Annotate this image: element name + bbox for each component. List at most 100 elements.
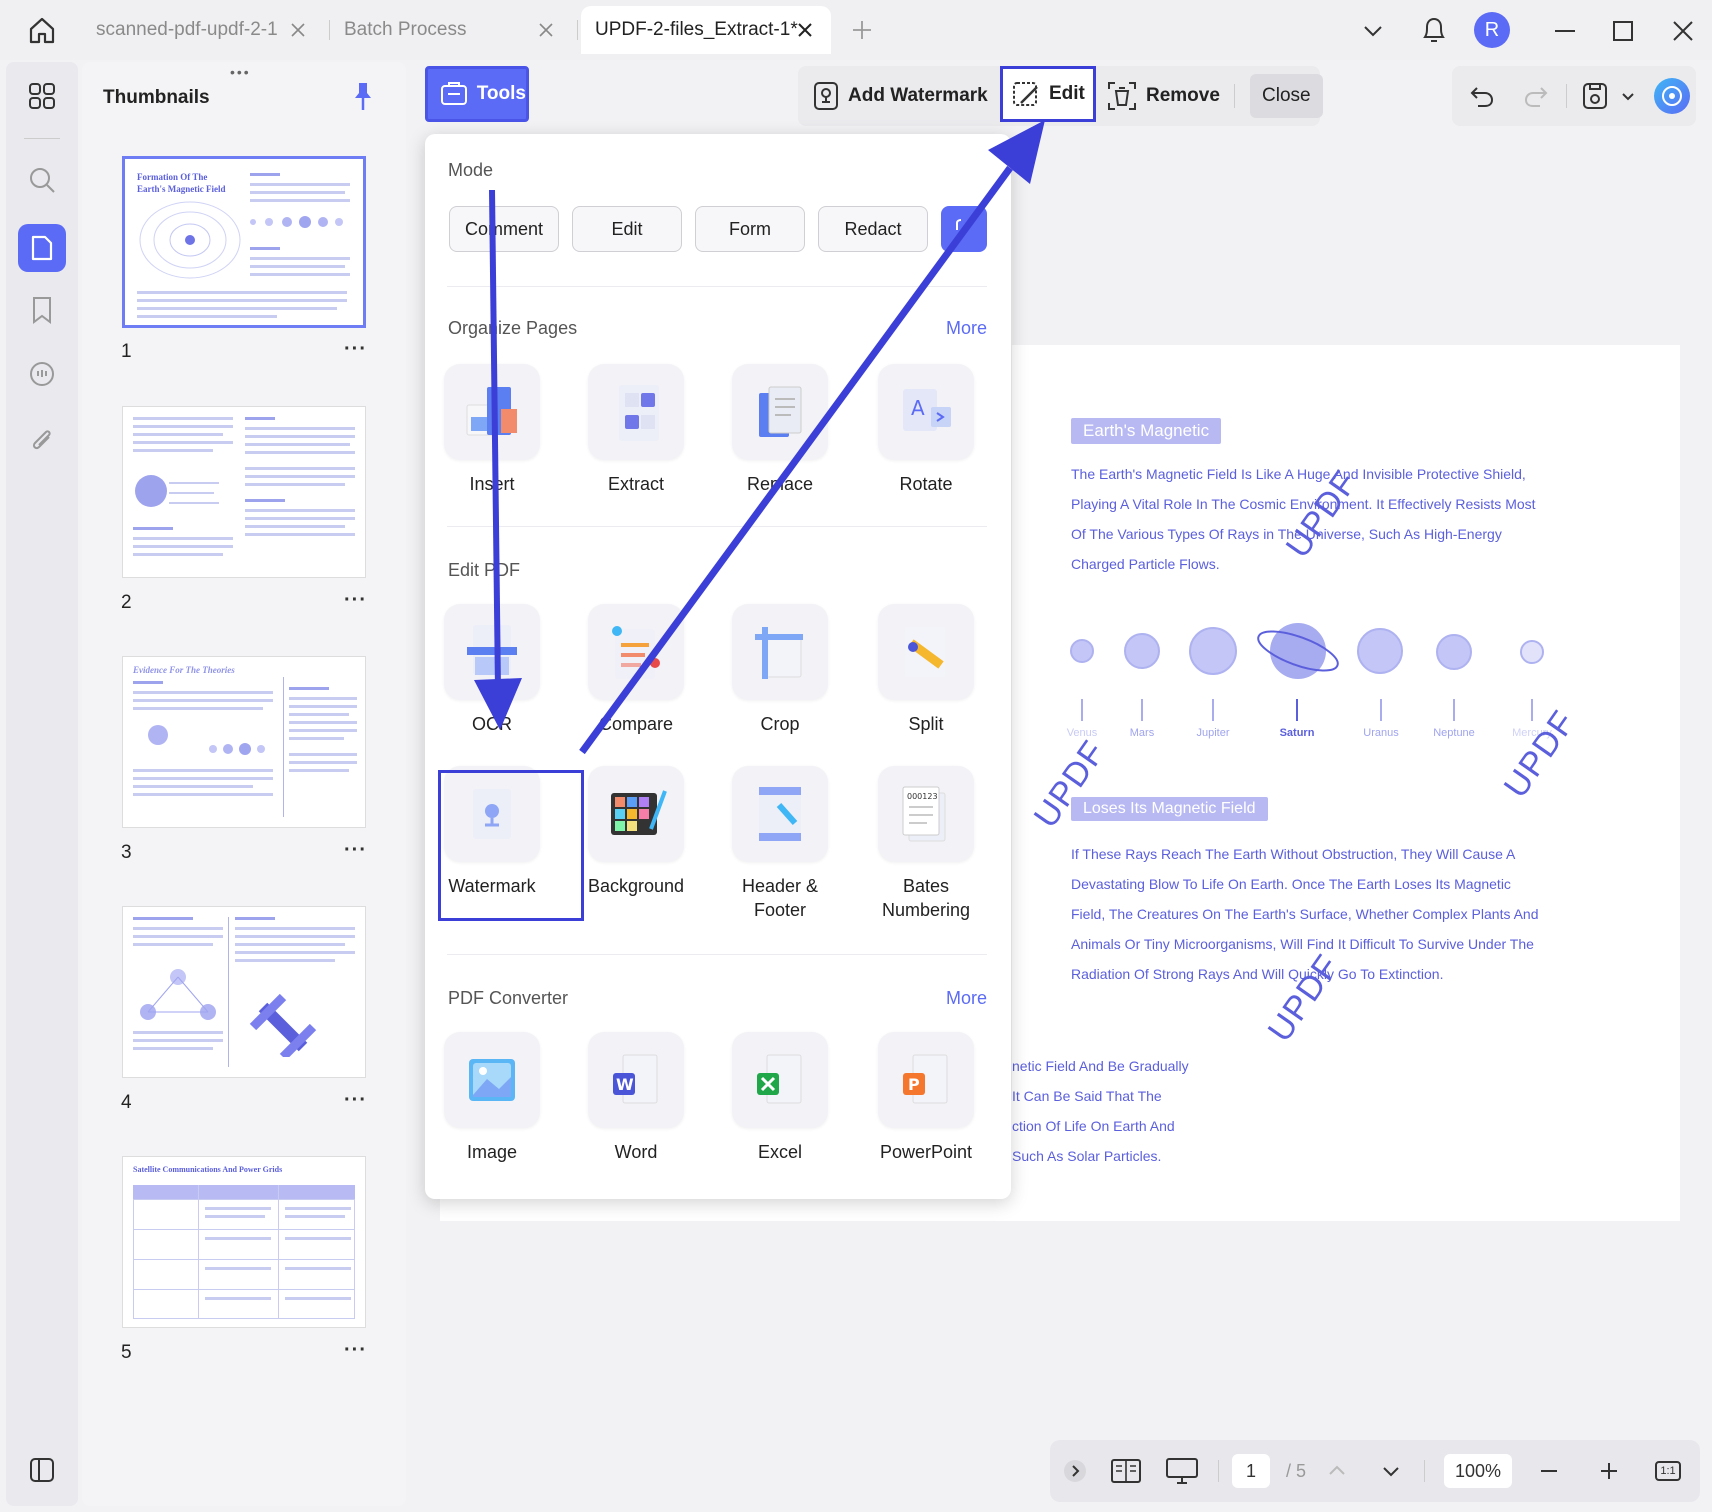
maximize-icon[interactable]	[1610, 18, 1636, 44]
ocr-tool[interactable]: OCR	[427, 604, 557, 736]
page-thumbnail-3[interactable]: Evidence For The Theories	[122, 656, 366, 828]
insert-tool[interactable]: Insert	[427, 364, 557, 496]
more-options-icon[interactable]: ···	[344, 589, 367, 612]
minimize-icon[interactable]	[1552, 18, 1578, 44]
left-rail	[6, 62, 78, 1506]
close-tab-icon[interactable]	[795, 20, 815, 40]
redo-icon[interactable]	[1522, 82, 1550, 110]
page-number: 5	[121, 1342, 132, 1363]
page-number: 1	[121, 341, 132, 362]
paragraph-line: Such As Solar Particles.	[1012, 1148, 1162, 1164]
chevron-down-icon[interactable]	[1620, 88, 1636, 104]
next-page-icon[interactable]	[1376, 1454, 1406, 1488]
edit-watermark-button[interactable]: Edit	[1000, 66, 1096, 122]
zoom-level-field[interactable]: 100%	[1444, 1454, 1512, 1488]
home-icon[interactable]	[26, 14, 58, 46]
pdf-converter-title: PDF Converter	[448, 988, 569, 1008]
actual-size-button[interactable]: 1:1	[1652, 1454, 1684, 1488]
thumbnails-icon[interactable]	[18, 224, 66, 272]
undo-icon[interactable]	[1468, 82, 1496, 110]
replace-icon	[759, 386, 802, 437]
bates-numbering-tool[interactable]: 000123 Bates Numbering	[861, 766, 991, 922]
tools-dropdown-menu: Mode Comment Edit Form Redact Organize P…	[425, 134, 1011, 1199]
zoom-in-icon[interactable]	[1594, 1454, 1624, 1488]
tab-label: Batch Process	[344, 19, 467, 40]
prev-page-icon[interactable]	[1322, 1454, 1352, 1488]
split-icon	[905, 627, 945, 677]
convert-powerpoint-tool[interactable]: P PowerPoint	[861, 1032, 991, 1164]
more-options-icon[interactable]: ···	[344, 1339, 367, 1362]
page-layout-icon[interactable]	[1106, 1454, 1146, 1488]
mode-edit-button[interactable]: Edit	[572, 206, 682, 252]
tab-label: scanned-pdf-updf-2-1	[96, 19, 278, 40]
convert-excel-tool[interactable]: Excel	[715, 1032, 845, 1164]
add-watermark-icon	[814, 82, 838, 110]
tab-updf-extract[interactable]: UPDF-2-files_Extract-1*	[581, 6, 831, 54]
close-tab-icon[interactable]	[536, 20, 556, 40]
more-options-icon[interactable]: ···	[344, 338, 367, 361]
page-thumbnail-4[interactable]	[122, 906, 366, 1078]
more-mode-icon	[956, 219, 962, 230]
zoom-out-icon[interactable]	[1534, 1454, 1564, 1488]
edit-pdf-title: Edit PDF	[448, 560, 521, 580]
presentation-icon[interactable]	[1162, 1454, 1202, 1488]
compare-tool[interactable]: Compare	[571, 604, 701, 736]
replace-label: Replace	[746, 474, 814, 494]
replace-tool[interactable]: Replace	[715, 364, 845, 496]
chevron-down-icon[interactable]	[1360, 18, 1386, 44]
bell-icon[interactable]	[1420, 14, 1448, 46]
bookmark-icon[interactable]	[24, 292, 60, 328]
close-tab-icon[interactable]	[288, 20, 308, 40]
page-thumbnail-5[interactable]: Satellite Communications And Power Grids	[122, 1156, 366, 1328]
tab-scanned-pdf[interactable]: scanned-pdf-updf-2-1	[82, 6, 322, 54]
close-watermark-button[interactable]: Close	[1250, 74, 1323, 118]
search-icon[interactable]	[24, 162, 60, 198]
crop-label: Crop	[760, 714, 800, 734]
page-thumbnail-2[interactable]	[122, 406, 366, 578]
tools-label: Tools	[476, 83, 526, 104]
page-number-input[interactable]: 1	[1232, 1454, 1270, 1488]
svg-text:W: W	[616, 1075, 634, 1094]
organize-more-link[interactable]: More	[946, 318, 987, 339]
tab-batch-process[interactable]: Batch Process	[330, 6, 570, 54]
sidebar-toggle-icon[interactable]	[24, 1452, 60, 1488]
background-tool[interactable]: Background	[571, 766, 701, 898]
close-window-icon[interactable]	[1670, 18, 1696, 44]
new-tab-icon[interactable]	[850, 18, 874, 42]
mode-comment-button[interactable]: Comment	[449, 206, 559, 252]
thumb-heading: Satellite Communications And Power Grids	[133, 1165, 283, 1174]
crop-tool[interactable]: Crop	[715, 604, 845, 736]
ai-assistant-icon[interactable]	[1654, 78, 1690, 114]
more-options-icon[interactable]: ···	[344, 839, 367, 862]
tools-button[interactable]: Tools	[425, 66, 529, 122]
convert-image-tool[interactable]: Image	[427, 1032, 557, 1164]
apps-icon[interactable]	[24, 78, 60, 114]
chevron-right-icon[interactable]	[1060, 1454, 1090, 1488]
drag-handle-icon[interactable]: •••	[230, 64, 251, 80]
attachment-icon[interactable]	[24, 422, 60, 458]
page-thumbnail-1[interactable]: Formation Of The Earth's Magnetic Field	[122, 156, 366, 328]
mode-redact-button[interactable]: Redact	[818, 206, 928, 252]
svg-text:000123: 000123	[907, 792, 938, 801]
remove-watermark-button[interactable]: Remove	[1098, 74, 1228, 118]
add-watermark-button[interactable]: Add Watermark	[804, 74, 996, 118]
convert-word-tool[interactable]: W Word	[571, 1032, 701, 1164]
insert-icon	[466, 387, 517, 436]
split-tool[interactable]: Split	[861, 604, 991, 736]
converter-more-link[interactable]: More	[946, 988, 987, 1009]
header-footer-tool[interactable]: Header & Footer	[715, 766, 845, 922]
pin-icon[interactable]	[348, 80, 378, 114]
zoom-value: 100%	[1454, 1460, 1502, 1481]
watermark-highlight-box	[438, 770, 584, 921]
more-options-icon[interactable]: ···	[344, 1089, 367, 1112]
tools-icon	[441, 82, 467, 105]
rotate-tool[interactable]: A Rotate	[861, 364, 991, 496]
comment-icon[interactable]	[24, 356, 60, 392]
avatar[interactable]: R	[1474, 12, 1510, 48]
mode-more-button[interactable]	[941, 206, 987, 252]
page-total: / 5	[1285, 1460, 1306, 1481]
extract-tool[interactable]: Extract	[571, 364, 701, 496]
save-icon[interactable]	[1580, 80, 1610, 112]
mode-form-button[interactable]: Form	[695, 206, 805, 252]
image-label: Image	[466, 1142, 518, 1162]
